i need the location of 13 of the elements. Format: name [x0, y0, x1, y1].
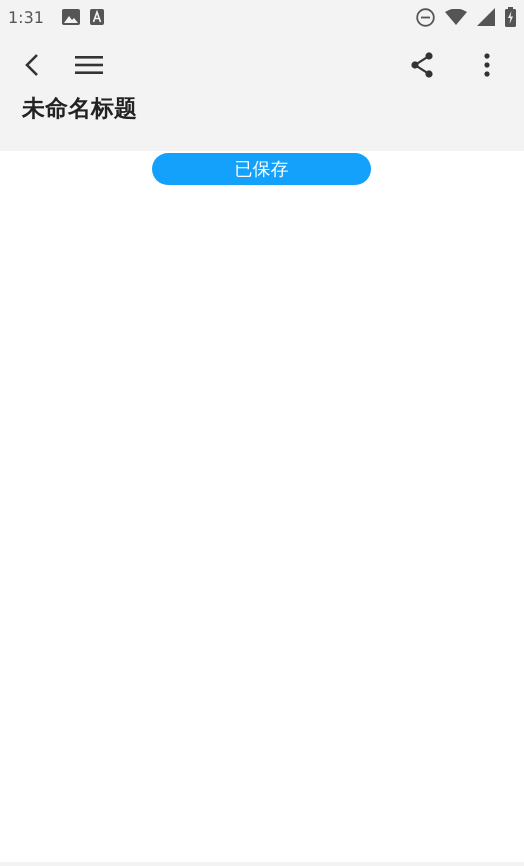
more-options-icon[interactable]	[484, 53, 490, 77]
image-icon	[62, 9, 80, 25]
saved-status-badge: 已保存	[152, 153, 371, 185]
status-time: 1:31	[8, 8, 44, 26]
back-icon[interactable]	[25, 53, 39, 77]
note-title[interactable]: 未命名标题	[0, 89, 524, 124]
signal-icon	[477, 8, 495, 26]
font-icon	[90, 9, 104, 25]
battery-icon	[505, 7, 516, 27]
share-icon[interactable]	[410, 52, 434, 78]
wifi-icon	[445, 9, 467, 25]
menu-icon[interactable]	[75, 55, 103, 75]
do-not-disturb-icon	[416, 8, 435, 26]
